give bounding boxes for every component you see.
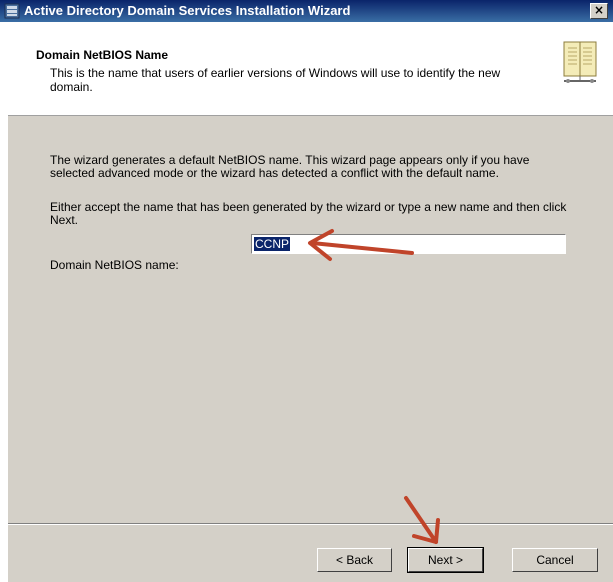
server-icon (4, 3, 20, 19)
netbios-name-input[interactable]: CCNP (251, 234, 566, 254)
back-button[interactable]: < Back (317, 548, 392, 572)
intro-paragraph: The wizard generates a default NetBIOS n… (50, 153, 530, 180)
page-title: Domain NetBIOS Name (36, 48, 169, 62)
wizard-body (8, 116, 613, 582)
netbios-name-label: Domain NetBIOS name: (50, 258, 179, 272)
title-bar: Active Directory Domain Services Install… (0, 0, 613, 22)
page-description: This is the name that users of earlier v… (50, 66, 501, 94)
close-button[interactable]: × (590, 3, 608, 19)
instruction-paragraph: Either accept the name that has been gen… (50, 200, 567, 227)
close-icon: × (593, 3, 605, 17)
netbios-name-value: CCNP (254, 237, 291, 251)
footer-separator (8, 523, 613, 525)
window-title: Active Directory Domain Services Install… (24, 3, 351, 18)
next-button[interactable]: Next > (407, 547, 484, 573)
wizard-header: Domain NetBIOS Name This is the name tha… (8, 22, 613, 116)
cancel-button[interactable]: Cancel (512, 548, 598, 572)
directory-book-icon (563, 41, 597, 83)
